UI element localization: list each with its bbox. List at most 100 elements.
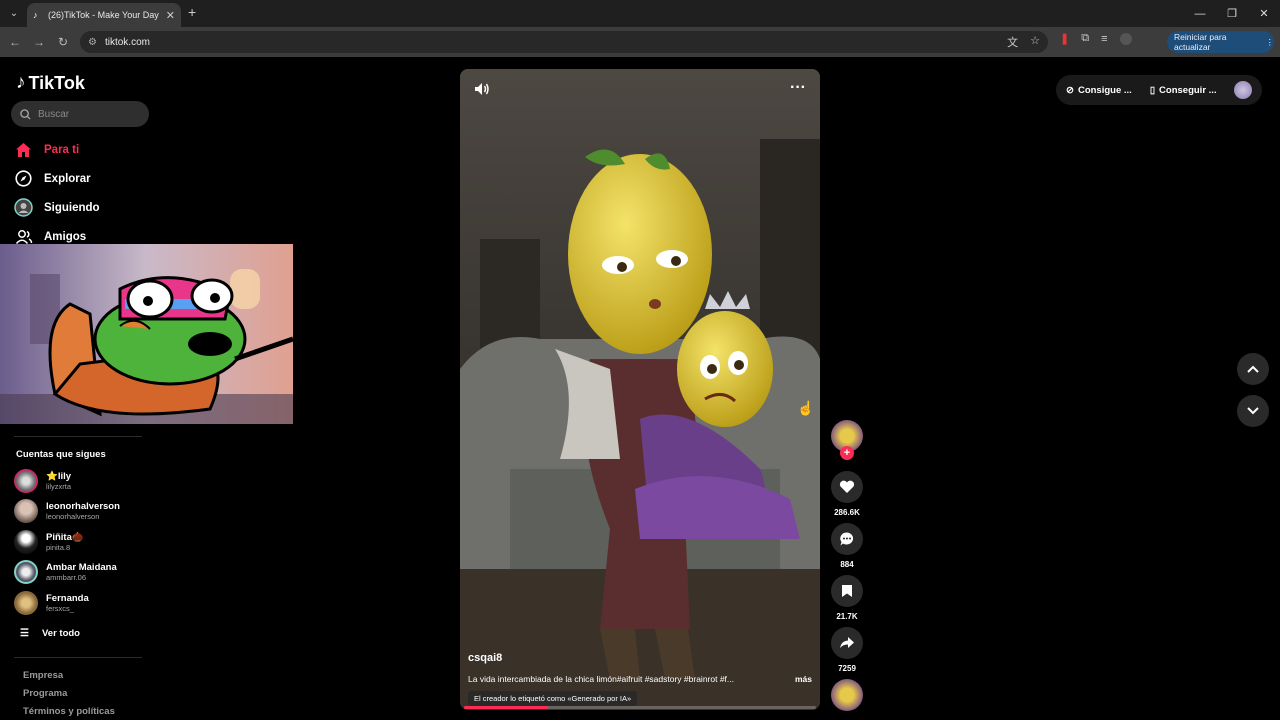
webcam-overlay <box>0 244 293 424</box>
translate-icon[interactable]: 文 <box>1007 34 1018 50</box>
user-avatar[interactable] <box>1234 81 1252 99</box>
account-username: ammbarr.06 <box>46 573 87 582</box>
video-description: La vida intercambiada de la chica limón#… <box>468 674 812 684</box>
forward-icon[interactable]: → <box>27 30 51 54</box>
account-name: Ambar Maidana <box>46 562 117 573</box>
reload-icon[interactable]: ↻ <box>51 30 75 54</box>
browser-tab-tiktok[interactable]: ♪ (26)TikTok - Make Your Day ✕ <box>27 3 181 27</box>
extension-icon[interactable]: ❚ <box>1060 32 1069 45</box>
logo-text: TikTok <box>28 72 85 93</box>
share-button[interactable] <box>831 627 863 659</box>
minimize-icon[interactable]: — <box>1184 0 1216 27</box>
coin-icon: ⊘ <box>1066 84 1074 96</box>
tiktok-favicon-icon: ♪ <box>33 10 38 20</box>
volume-icon[interactable] <box>474 82 490 101</box>
restore-icon[interactable]: ❐ <box>1216 0 1248 27</box>
footer-link-empresa[interactable]: Empresa <box>23 670 63 681</box>
home-icon <box>14 140 33 159</box>
footer-link-programa[interactable]: Programa <box>23 688 67 699</box>
next-video-button[interactable] <box>1237 395 1269 427</box>
tiktok-note-icon: ♪ <box>16 72 26 93</box>
tiktok-page: ♪ TikTok Para ti Explorar Siguiendo Amig… <box>0 57 1280 720</box>
video-author[interactable]: csqai8 <box>468 652 502 664</box>
divider <box>14 436 142 437</box>
like-count: 286.6K <box>834 508 860 517</box>
share-arrow-icon <box>840 637 854 649</box>
list-icon: ☰ <box>20 628 29 639</box>
get-coins-button[interactable]: ⊘ Consigue ... <box>1066 85 1132 96</box>
tab-search-button[interactable]: ⌄ <box>5 5 23 23</box>
like-button[interactable] <box>831 471 863 503</box>
heart-icon <box>839 480 855 493</box>
avatar <box>14 560 38 584</box>
following-account[interactable]: Ambar Maidana ammbarr.06 <box>14 560 117 584</box>
reading-list-icon[interactable]: ≡ <box>1101 33 1107 45</box>
phone-icon: ▯ <box>1149 84 1156 96</box>
new-tab-button[interactable]: + <box>188 4 196 20</box>
account-name: ⭐lily <box>46 471 72 482</box>
follow-plus-icon[interactable]: + <box>840 446 854 460</box>
nav-label: Siguiendo <box>44 201 100 214</box>
address-text: tiktok.com <box>104 36 150 48</box>
nav-para-ti[interactable]: Para ti <box>14 140 79 159</box>
save-count: 21.7K <box>836 612 858 621</box>
account-username: pinita.8 <box>46 543 71 552</box>
account-username: leonorhalverson <box>46 512 100 521</box>
video-player[interactable]: ··· csqai8 La vida intercambiada de la c… <box>460 69 820 710</box>
search-input[interactable] <box>38 108 138 120</box>
browser-toolbar: ← → ↻ ⚙ tiktok.com 文 ☆ ❚ ⧉ ≡ Reiniciar p… <box>0 27 1280 57</box>
save-button[interactable] <box>831 575 863 607</box>
pill-label: Consigue ... <box>1077 84 1132 96</box>
window-controls: — ❐ ✕ <box>1184 0 1280 27</box>
chevron-down-icon <box>1247 407 1259 415</box>
avatar <box>14 469 38 493</box>
see-all-label: Ver todo <box>41 628 80 639</box>
get-app-button[interactable]: ▯ Conseguir ... <box>1150 85 1217 96</box>
comment-icon <box>840 532 854 546</box>
address-bar[interactable]: ⚙ tiktok.com 文 ☆ <box>80 31 1048 53</box>
see-all-link[interactable]: ☰ Ver todo <box>20 628 80 639</box>
following-account[interactable]: Piñita🌰 pinita.8 <box>14 530 84 554</box>
avatar <box>14 530 38 554</box>
account-name: Fernanda <box>46 593 89 604</box>
video-progress-bar[interactable] <box>464 706 816 709</box>
restart-to-update-button[interactable]: Reiniciar para actualizar ⋮ <box>1167 31 1274 53</box>
progress-fill <box>464 706 549 709</box>
pill-label: Conseguir ... <box>1159 84 1217 96</box>
previous-video-button[interactable] <box>1237 353 1269 385</box>
search-box[interactable] <box>11 101 149 127</box>
cartoon-frog-turkey-image <box>0 244 293 424</box>
site-info-icon[interactable]: ⚙ <box>88 37 97 48</box>
nav-explorar[interactable]: Explorar <box>14 169 91 188</box>
video-frame-lemon-mother-daughter <box>460 69 820 710</box>
footer-link-terms[interactable]: Términos y políticas <box>23 706 115 717</box>
compass-icon <box>14 169 33 188</box>
comment-button[interactable] <box>831 523 863 555</box>
update-label: Reiniciar para actualizar <box>1174 32 1227 52</box>
following-account[interactable]: Fernanda fersxcs_ <box>14 591 89 615</box>
extensions-puzzle-icon[interactable]: ⧉ <box>1081 32 1089 45</box>
tiktok-logo[interactable]: ♪ TikTok <box>16 72 85 94</box>
following-account[interactable]: leonorhalverson leonorhalverson <box>14 499 120 523</box>
account-username: lilyzxrta <box>46 482 72 491</box>
kebab-menu-icon[interactable]: ⋮ <box>1266 37 1275 48</box>
close-tab-icon[interactable]: ✕ <box>166 9 175 22</box>
back-icon[interactable]: ← <box>3 30 27 54</box>
sound-disc-icon[interactable] <box>831 679 863 711</box>
nav-siguiendo[interactable]: Siguiendo <box>14 198 100 217</box>
mouse-cursor-icon: ☝ <box>797 400 815 416</box>
avatar <box>14 499 38 523</box>
avatar <box>14 591 38 615</box>
close-window-icon[interactable]: ✕ <box>1248 0 1280 27</box>
more-link[interactable]: más <box>795 674 812 684</box>
more-options-icon[interactable]: ··· <box>790 79 806 97</box>
divider <box>14 657 142 658</box>
account-username: fersxcs_ <box>46 604 74 613</box>
account-name: Piñita🌰 <box>46 532 84 543</box>
chevron-up-icon <box>1247 365 1259 373</box>
bookmark-star-icon[interactable]: ☆ <box>1030 34 1040 50</box>
following-account[interactable]: ⭐lily lilyzxrta <box>14 469 71 493</box>
profile-avatar[interactable] <box>1119 32 1132 45</box>
following-avatar-icon <box>14 198 33 217</box>
ai-generated-label: El creador lo etiquetó como «Generado po… <box>468 691 638 706</box>
